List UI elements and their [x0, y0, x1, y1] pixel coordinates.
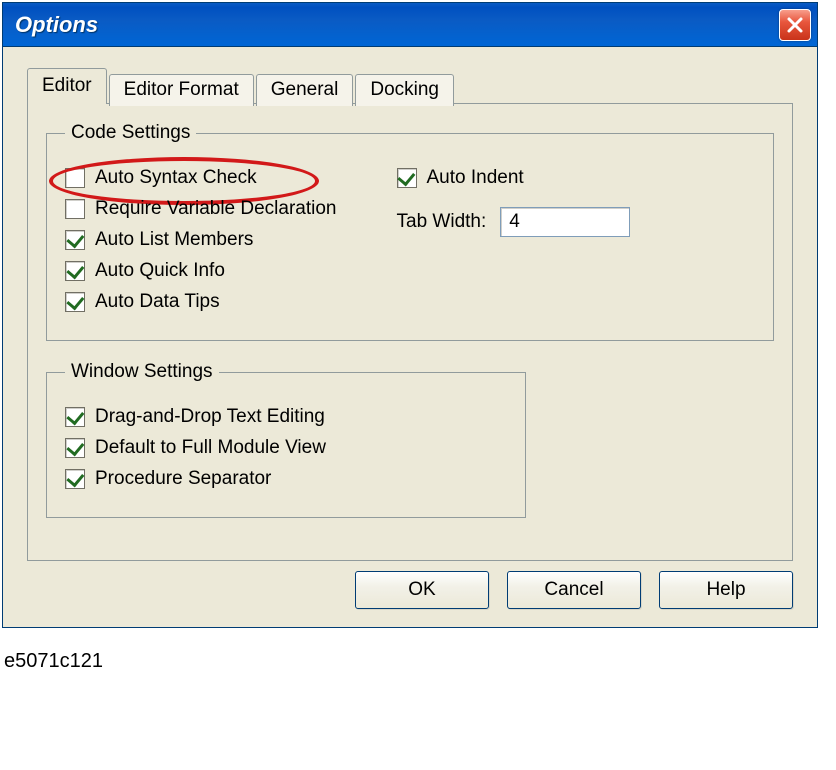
tab-panel-editor: Code Settings Auto Syntax Check Require … — [27, 103, 793, 561]
auto-quick-info-checkbox[interactable] — [65, 261, 85, 281]
proc-sep-row: Procedure Separator — [65, 468, 507, 490]
cancel-button[interactable]: Cancel — [507, 571, 641, 609]
proc-sep-label[interactable]: Procedure Separator — [95, 468, 271, 490]
auto-indent-row: Auto Indent — [397, 167, 631, 189]
require-var-decl-row: Require Variable Declaration — [65, 198, 337, 220]
require-var-decl-label[interactable]: Require Variable Declaration — [95, 198, 337, 220]
window-settings-group: Window Settings Drag-and-Drop Text Editi… — [46, 361, 526, 518]
drag-drop-label[interactable]: Drag-and-Drop Text Editing — [95, 406, 325, 428]
proc-sep-checkbox[interactable] — [65, 469, 85, 489]
tab-strip: Editor Editor Format General Docking — [27, 67, 793, 103]
titlebar: Options — [3, 3, 817, 47]
full-module-checkbox[interactable] — [65, 438, 85, 458]
drag-drop-row: Drag-and-Drop Text Editing — [65, 406, 507, 428]
code-settings-legend: Code Settings — [65, 122, 196, 144]
auto-indent-checkbox[interactable] — [397, 168, 417, 188]
tab-editor-format[interactable]: Editor Format — [109, 74, 254, 106]
dialog-buttons: OK Cancel Help — [27, 571, 793, 609]
drag-drop-checkbox[interactable] — [65, 407, 85, 427]
dialog-content: Editor Editor Format General Docking Cod… — [3, 47, 817, 627]
auto-data-tips-row: Auto Data Tips — [65, 291, 337, 313]
full-module-row: Default to Full Module View — [65, 437, 507, 459]
auto-syntax-check-row: Auto Syntax Check — [65, 167, 337, 189]
close-icon — [786, 16, 804, 34]
help-button[interactable]: Help — [659, 571, 793, 609]
tab-width-input[interactable] — [500, 207, 630, 237]
full-module-label[interactable]: Default to Full Module View — [95, 437, 326, 459]
code-settings-group: Code Settings Auto Syntax Check Require … — [46, 122, 774, 341]
auto-syntax-check-checkbox[interactable] — [65, 168, 85, 188]
close-button[interactable] — [779, 9, 811, 41]
auto-syntax-check-label[interactable]: Auto Syntax Check — [95, 167, 257, 189]
auto-data-tips-checkbox[interactable] — [65, 292, 85, 312]
auto-data-tips-label[interactable]: Auto Data Tips — [95, 291, 220, 313]
options-window: Options Editor Editor Format General Doc… — [2, 2, 818, 628]
auto-list-members-label[interactable]: Auto List Members — [95, 229, 253, 251]
auto-list-members-checkbox[interactable] — [65, 230, 85, 250]
ok-button[interactable]: OK — [355, 571, 489, 609]
footnote: e5071c121 — [4, 650, 834, 673]
tab-editor[interactable]: Editor — [27, 68, 107, 104]
require-var-decl-checkbox[interactable] — [65, 199, 85, 219]
window-settings-legend: Window Settings — [65, 361, 219, 383]
auto-quick-info-label[interactable]: Auto Quick Info — [95, 260, 225, 282]
tab-width-row: Tab Width: — [397, 207, 631, 237]
auto-quick-info-row: Auto Quick Info — [65, 260, 337, 282]
tab-width-label: Tab Width: — [397, 211, 487, 233]
tab-docking[interactable]: Docking — [355, 74, 454, 106]
tab-general[interactable]: General — [256, 74, 354, 106]
window-title: Options — [15, 12, 98, 38]
auto-list-members-row: Auto List Members — [65, 229, 337, 251]
auto-indent-label[interactable]: Auto Indent — [427, 167, 524, 189]
